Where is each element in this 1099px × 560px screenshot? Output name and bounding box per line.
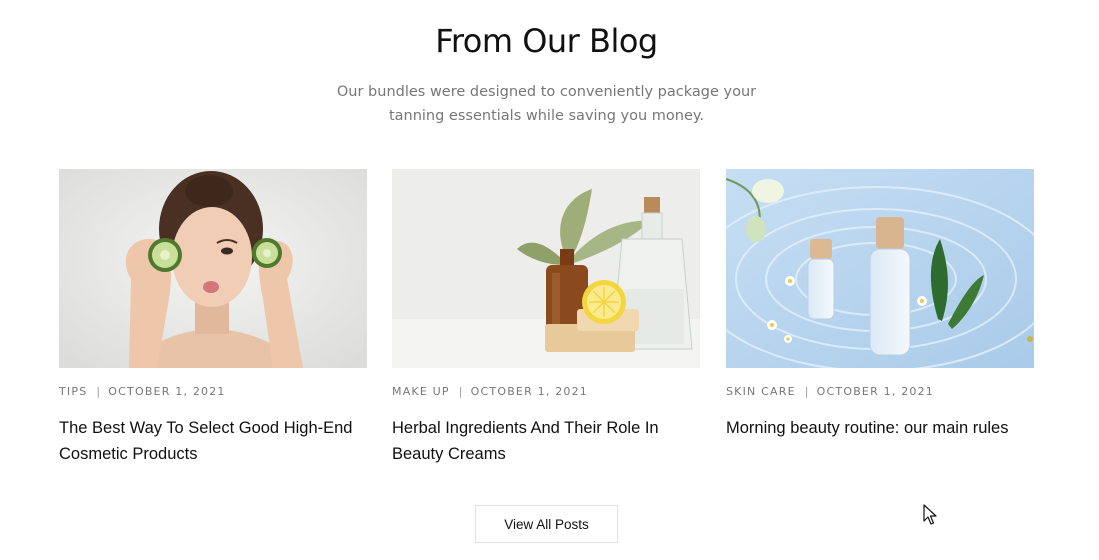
post-title-link[interactable]: Morning beauty routine: our main rules bbox=[726, 415, 1034, 441]
post-date: OCTOBER 1, 2021 bbox=[470, 385, 589, 398]
post-category[interactable]: SKIN CARE bbox=[726, 385, 796, 398]
post-meta: TIPS | OCTOBER 1, 2021 bbox=[59, 385, 367, 399]
blog-card: MAKE UP | OCTOBER 1, 2021 Herbal Ingredien… bbox=[392, 169, 700, 467]
post-meta: SKIN CARE | OCTOBER 1, 2021 bbox=[726, 385, 1034, 399]
section-subtitle: Our bundles were designed to convenientl… bbox=[336, 84, 757, 124]
meta-separator: | bbox=[804, 385, 810, 398]
post-thumbnail[interactable] bbox=[726, 169, 1034, 368]
post-title-link[interactable]: The Best Way To Select Good High-End Cos… bbox=[59, 415, 367, 467]
post-category[interactable]: TIPS bbox=[59, 385, 87, 398]
post-date: OCTOBER 1, 2021 bbox=[108, 385, 226, 398]
herbal-bottles-lemon-soap-photo bbox=[392, 169, 700, 368]
section-title: From Our Blog bbox=[435, 22, 658, 60]
blog-card: TIPS | OCTOBER 1, 2021 The Best Way To Sel… bbox=[59, 169, 367, 467]
mouse-cursor-icon bbox=[923, 504, 937, 525]
blog-card: SKIN CARE | OCTOBER 1, 2021 Morning beauty… bbox=[726, 169, 1034, 441]
post-category[interactable]: MAKE UP bbox=[392, 385, 450, 398]
post-thumbnail[interactable] bbox=[392, 169, 700, 368]
view-all-posts-button[interactable]: View All Posts bbox=[475, 505, 618, 543]
post-title-link[interactable]: Herbal Ingredients And Their Role In Bea… bbox=[392, 415, 700, 467]
blog-section: From Our Blog Our bundles were designed … bbox=[0, 0, 1099, 560]
meta-separator: | bbox=[96, 385, 102, 398]
meta-separator: | bbox=[458, 385, 464, 398]
cosmetic-bottles-in-water-photo bbox=[726, 169, 1034, 368]
woman-with-cucumber-slices-photo bbox=[59, 169, 367, 368]
post-thumbnail[interactable] bbox=[59, 169, 367, 368]
post-meta: MAKE UP | OCTOBER 1, 2021 bbox=[392, 385, 700, 399]
post-date: OCTOBER 1, 2021 bbox=[816, 385, 935, 398]
